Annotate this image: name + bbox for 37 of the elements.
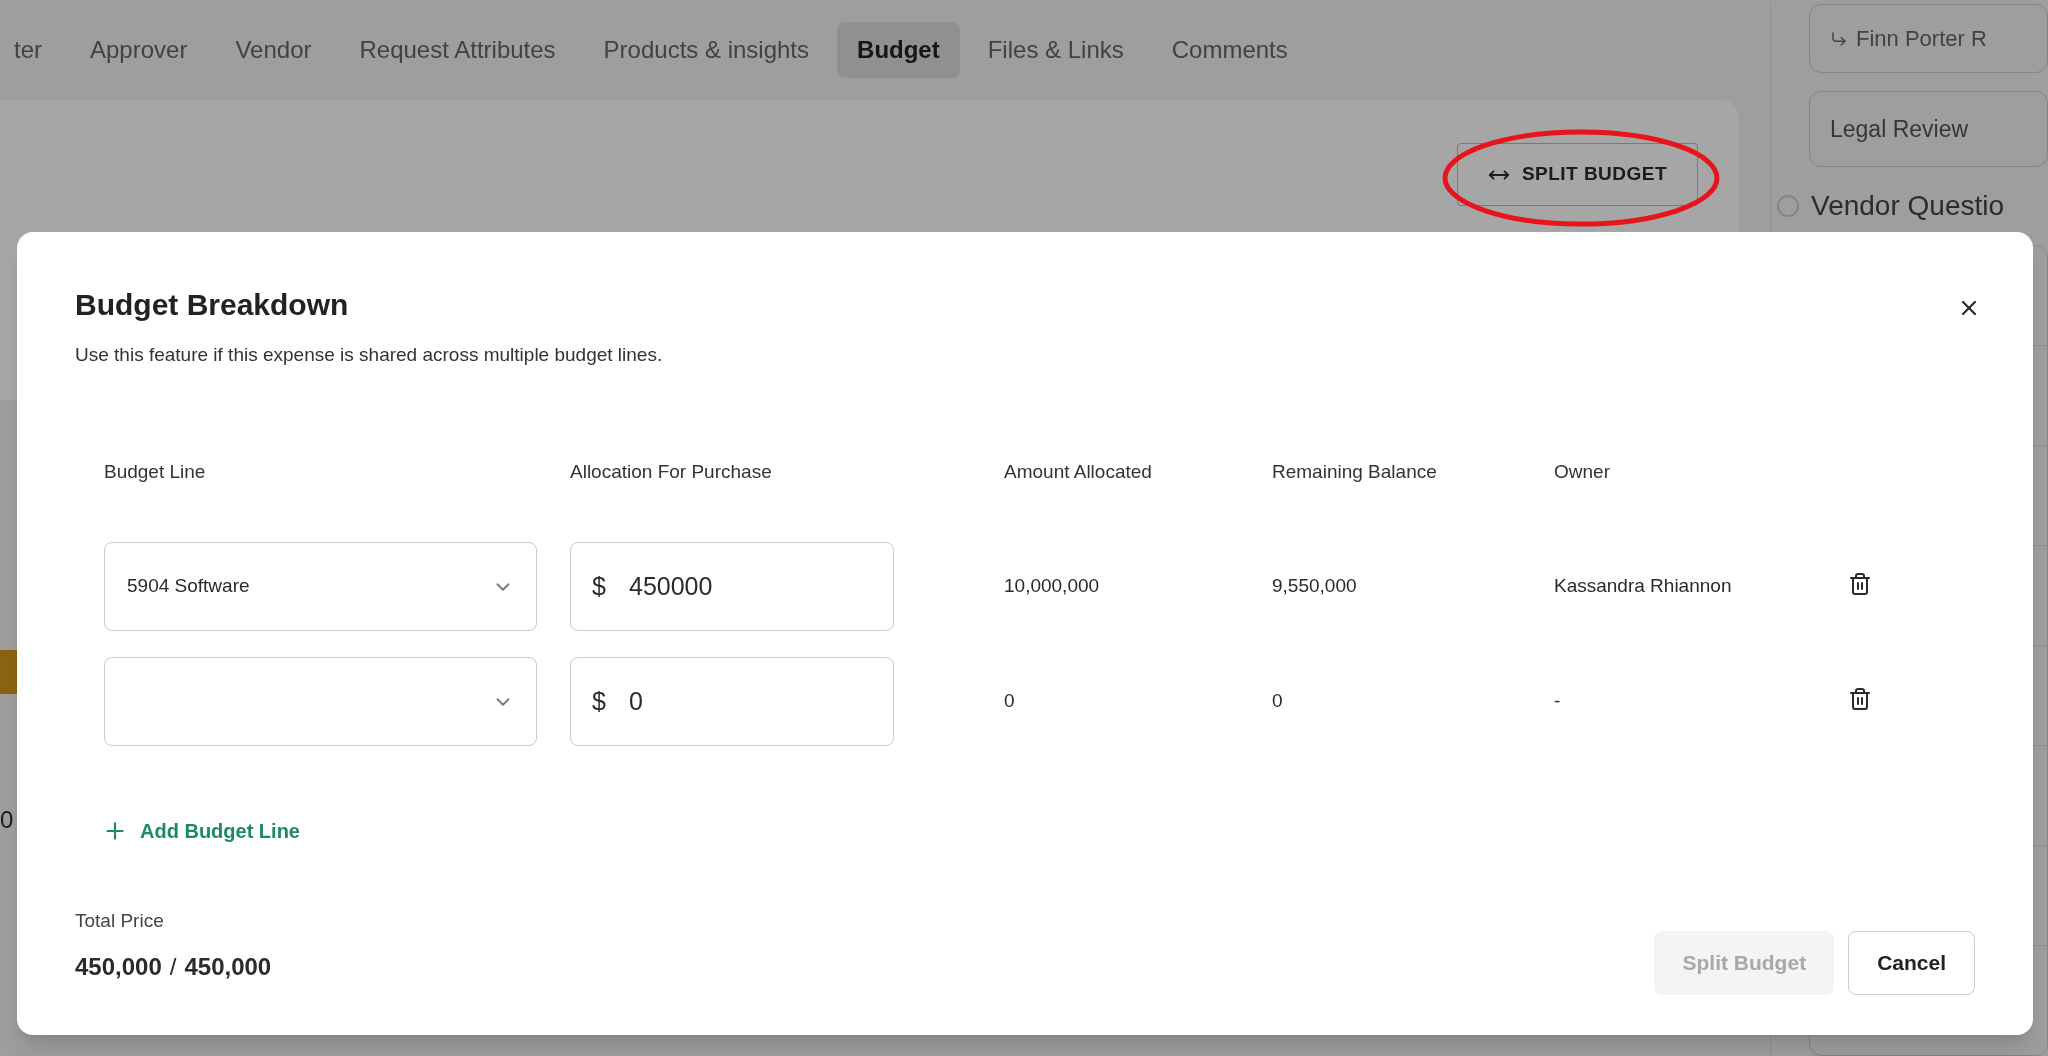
budget-line-select[interactable]: 5904 Software <box>104 542 537 631</box>
tab[interactable]: Files & Links <box>967 22 1144 78</box>
tab[interactable]: Request Attributes <box>339 22 576 78</box>
separator-text: / <box>169 952 177 982</box>
tab[interactable]: Budget <box>837 22 960 78</box>
tab[interactable]: Vendor <box>215 22 332 78</box>
amount-allocated-cell-text: 0 <box>1004 689 1016 714</box>
total-label: Total Price <box>75 908 165 933</box>
value-text: 0 <box>0 805 12 835</box>
column-header: Allocation For Purchase <box>570 459 773 484</box>
remaining-balance-cell-text: 0 <box>1272 689 1284 714</box>
section-title: Vendor Questio <box>1811 188 2005 223</box>
review-chip[interactable]: Legal Review <box>1809 91 2048 167</box>
modal-subtitle: Use this feature if this expense is shared across multiple budget lines. <box>75 343 663 367</box>
column-header: Amount Allocated <box>1004 459 1153 484</box>
corner-arrow-icon <box>1830 29 1848 48</box>
currency-symbol: $ <box>592 686 606 716</box>
approver-chip[interactable]: Finn Porter R <box>1809 4 2048 74</box>
tab[interactable]: ter <box>0 22 62 78</box>
amount-allocated-cell-text: 10,000,000 <box>1004 574 1101 599</box>
total-target: 450,000 <box>184 952 272 982</box>
tab[interactable]: Products & insights <box>583 22 830 78</box>
total-value: 450,000 <box>75 952 162 982</box>
column-header: Budget Line <box>104 459 207 484</box>
column-header: Owner <box>1554 459 1611 484</box>
add-budget-line-link[interactable]: Add Budget Line <box>102 816 300 846</box>
tab[interactable]: Comments <box>1151 22 1308 78</box>
column-header: Remaining Balance <box>1272 459 1438 484</box>
remaining-balance-cell-text: 9,550,000 <box>1272 574 1358 599</box>
currency-symbol: $ <box>592 571 606 601</box>
dialog-button[interactable]: Cancel <box>1848 931 1975 995</box>
modal-title: Budget Breakdown <box>75 287 350 323</box>
tab[interactable]: Approver <box>70 22 208 78</box>
owner-cell-text: - <box>1554 689 1562 714</box>
owner-cell-text: Kassandra Rhiannon <box>1554 574 1733 599</box>
approver-name: Finn Porter R <box>1856 25 1987 54</box>
split-budget-button[interactable]: SPLIT BUDGET <box>1456 143 1698 206</box>
